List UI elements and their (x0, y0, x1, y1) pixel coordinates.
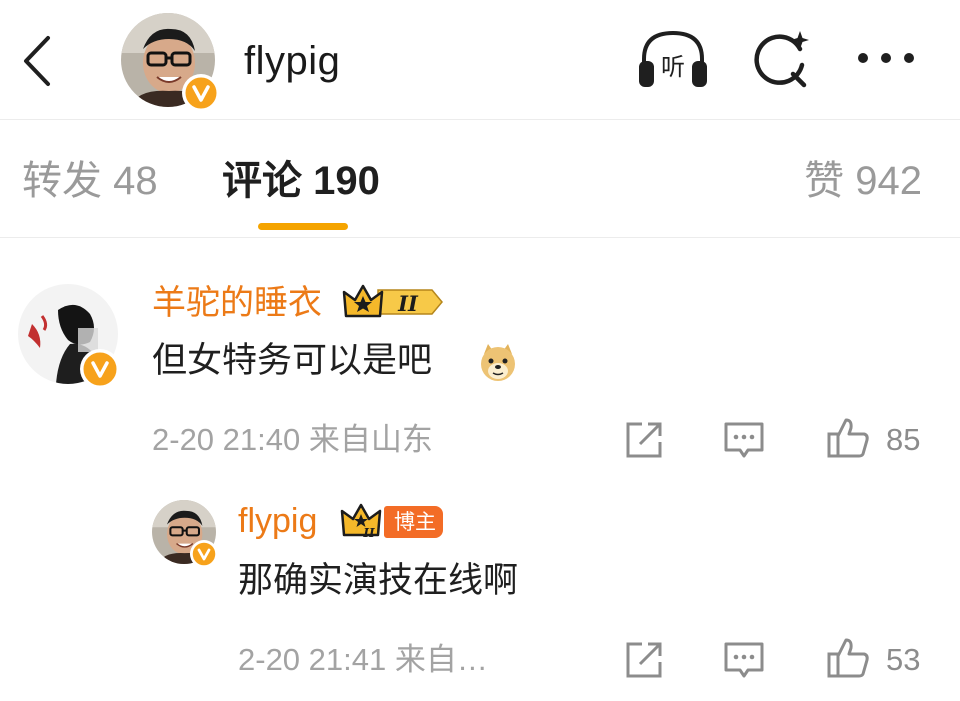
like-count: 85 (886, 422, 921, 457)
verified-badge (182, 74, 220, 112)
crown-level-badge[interactable]: II (342, 282, 444, 322)
replier-name[interactable]: flypig (238, 500, 317, 542)
share-button[interactable] (622, 418, 666, 462)
active-tab-indicator (258, 223, 348, 230)
comment-text: 但女特务可以是吧 (152, 338, 432, 384)
level-label: II (362, 526, 375, 540)
tab-likes[interactable]: 赞 942 (804, 156, 922, 206)
verified-badge (80, 349, 120, 389)
share-button[interactable] (622, 638, 666, 682)
listen-label: 听 (661, 53, 685, 81)
comment-body: 但女特务可以是吧 (152, 341, 433, 380)
thumbs-up-icon (827, 418, 869, 458)
level-label: II (397, 291, 419, 316)
comment-icon (724, 422, 764, 458)
like-count: 53 (886, 642, 921, 677)
headphones-icon: 听 (639, 30, 707, 87)
commenter-name[interactable]: 羊驼的睡衣 (152, 282, 322, 324)
listen-button[interactable]: 听 (636, 27, 710, 91)
comment-icon (724, 642, 764, 678)
like-button[interactable] (826, 416, 870, 460)
back-button[interactable] (18, 34, 58, 88)
page-title[interactable]: flypig (244, 36, 340, 86)
tab-bar: 转发 48 评论 190 赞 942 (0, 120, 960, 238)
crown-level-badge[interactable]: II (340, 501, 384, 541)
search-button[interactable] (748, 27, 822, 91)
verified-badge (190, 540, 218, 568)
comment-meta: 2-20 21:40 来自山东 (152, 422, 433, 457)
host-tag: 博主 (384, 506, 443, 538)
more-button[interactable] (854, 27, 928, 91)
thumbs-up-icon (827, 638, 869, 678)
like-button[interactable] (826, 636, 870, 680)
top-bar: flypig 听 (0, 0, 960, 120)
reply-text: 那确实演技在线啊 (238, 561, 519, 600)
chevron-left-icon (24, 36, 50, 86)
reply-button[interactable] (722, 638, 766, 682)
tab-repost[interactable]: 转发 48 (22, 156, 158, 206)
share-icon (626, 642, 662, 678)
reply-button[interactable] (722, 418, 766, 462)
search-icon (754, 31, 809, 88)
doge-emoji (478, 342, 518, 382)
share-icon (626, 422, 662, 458)
reply-meta: 2-20 21:41 来自… (238, 642, 488, 677)
more-dots-icon (858, 53, 914, 63)
tab-comments[interactable]: 评论 190 (222, 156, 380, 206)
